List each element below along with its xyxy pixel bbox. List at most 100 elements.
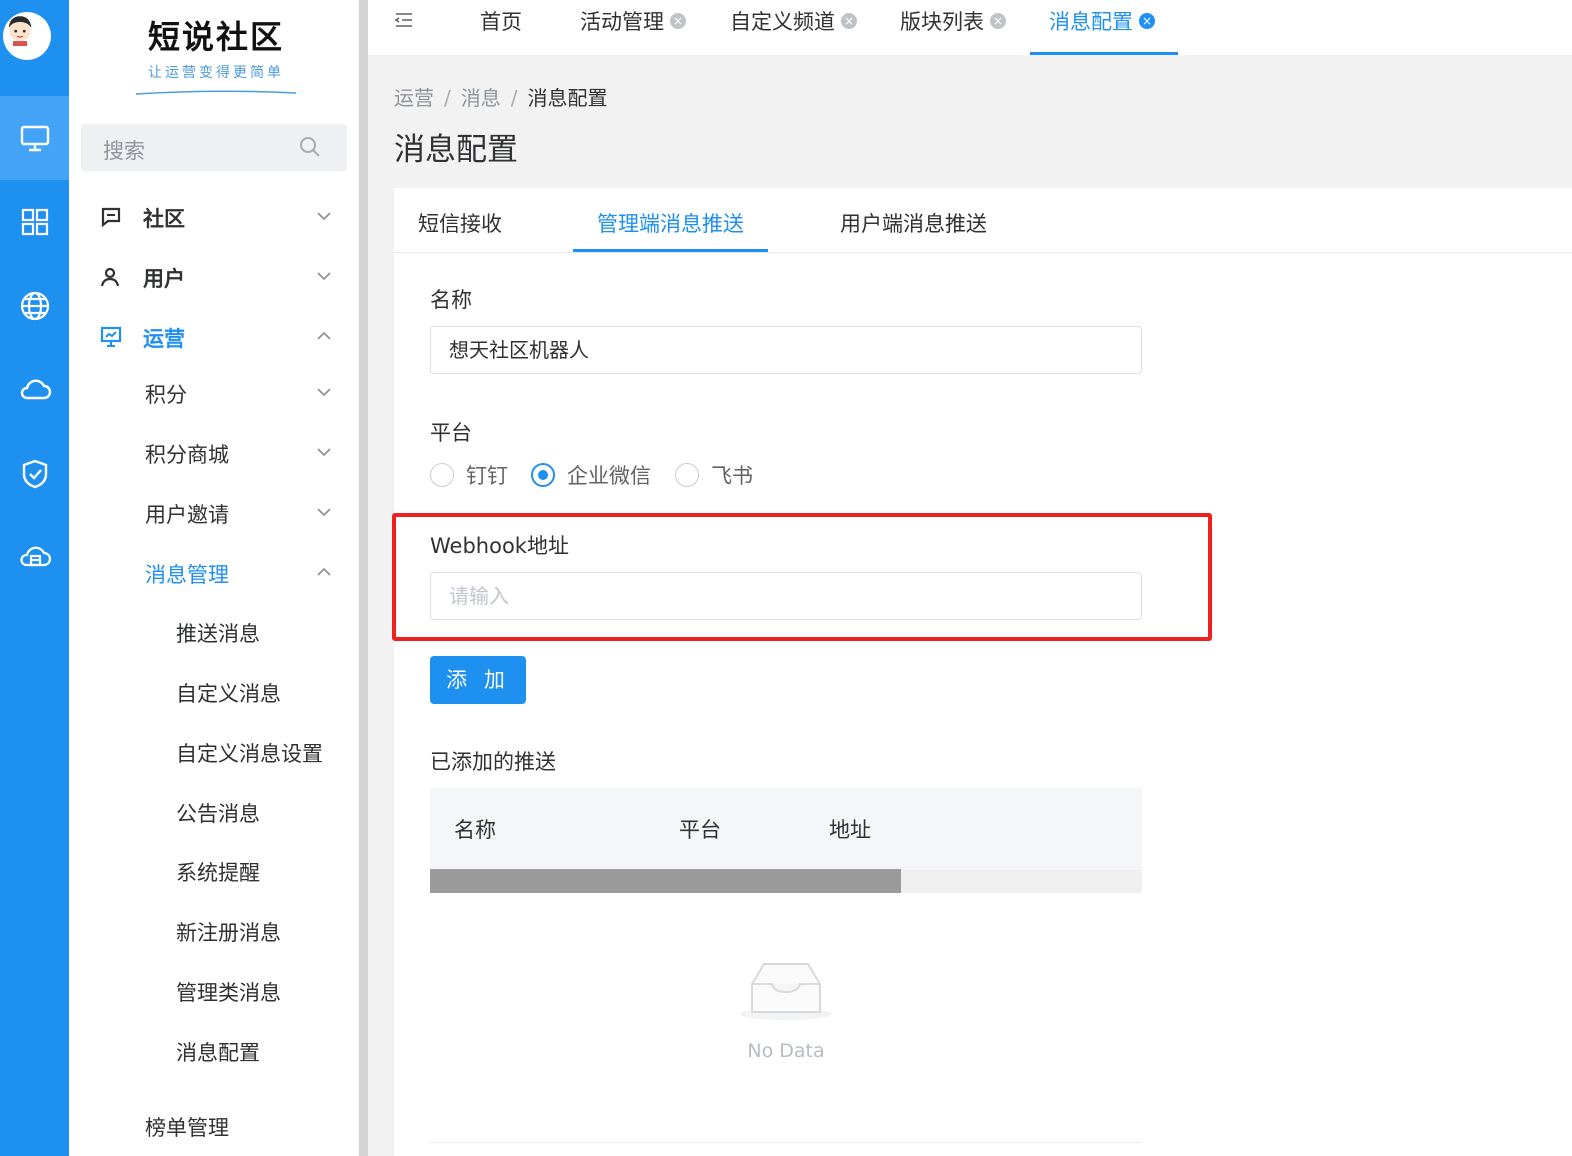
sidebar-item-system-reminder[interactable]: 系统提醒 — [69, 852, 359, 892]
close-icon[interactable]: × — [1139, 13, 1155, 29]
radio-feishu[interactable]: 飞书 — [675, 460, 753, 490]
sidebar-item-users[interactable]: 用户 — [69, 258, 359, 298]
breadcrumb-current: 消息配置 — [527, 86, 608, 110]
webhook-label: Webhook地址 — [430, 534, 569, 558]
sidebar-item-label: 社区 — [143, 207, 185, 231]
radio-wecom[interactable]: 企业微信 — [531, 460, 651, 490]
webhook-field[interactable]: 请输入 — [430, 572, 1142, 620]
sidebar-item-custom-message-settings[interactable]: 自定义消息设置 — [69, 733, 359, 773]
sidebar-item-admin-message[interactable]: 管理类消息 — [69, 972, 359, 1012]
sidebar-item-push-message[interactable]: 推送消息 — [69, 613, 359, 653]
shield-check-icon[interactable] — [0, 432, 69, 516]
globe-icon[interactable] — [0, 264, 69, 348]
presentation-chart-icon — [100, 326, 122, 347]
page-title: 消息配置 — [394, 132, 518, 168]
cloud-server-icon[interactable] — [0, 516, 69, 600]
close-icon[interactable]: × — [670, 13, 686, 29]
tab-label: 首页 — [480, 10, 522, 34]
sidebar-item-label: 用户邀请 — [145, 503, 229, 527]
tab-label: 自定义频道 — [730, 10, 835, 34]
sidebar-item-ranking-mgmt[interactable]: 榜单管理 — [69, 1107, 359, 1147]
sidebar-item-label: 管理类消息 — [176, 981, 281, 1005]
added-title: 已添加的推送 — [430, 750, 556, 774]
name-label: 名称 — [430, 288, 472, 312]
tab-admin-push[interactable]: 管理端消息推送 — [597, 208, 744, 238]
add-button[interactable]: 添 加 — [430, 656, 526, 704]
tab-label: 版块列表 — [900, 10, 984, 34]
sidebar-item-label: 积分 — [145, 383, 187, 407]
sidebar-item-custom-message[interactable]: 自定义消息 — [69, 673, 359, 713]
tab-message-config[interactable]: 消息配置 × — [1049, 6, 1155, 36]
sidebar-item-message-mgmt[interactable]: 消息管理 — [69, 554, 359, 594]
sidebar-item-label: 自定义消息设置 — [176, 742, 323, 766]
search-icon — [300, 137, 320, 157]
sidebar-item-label: 积分商城 — [145, 443, 229, 467]
tab-user-push[interactable]: 用户端消息推送 — [840, 208, 987, 238]
tab-sms[interactable]: 短信接收 — [418, 208, 502, 238]
sidebar-item-label: 用户 — [143, 267, 185, 291]
sidebar-menu: 短说社区 让运营变得更简单 搜索 社区 用户 运营 积分 积分商城 用户邀请 消… — [69, 0, 359, 1156]
tab-bar: 首页 活动管理 × 自定义频道 × 版块列表 × 消息配置 × — [368, 0, 1572, 55]
brand-underline — [135, 90, 297, 95]
empty-state: No Data — [430, 958, 1142, 1062]
sidebar-item-operations[interactable]: 运营 — [69, 318, 359, 358]
breadcrumb-item[interactable]: 运营 — [394, 86, 434, 110]
sidebar-item-announcement[interactable]: 公告消息 — [69, 793, 359, 833]
active-tab-indicator — [1030, 52, 1178, 55]
close-icon[interactable]: × — [990, 13, 1006, 29]
icon-rail — [0, 0, 69, 1156]
monitor-icon[interactable] — [0, 96, 69, 180]
chevron-down-icon — [317, 508, 331, 517]
search-input[interactable]: 搜索 — [81, 124, 347, 171]
platform-label: 平台 — [430, 421, 472, 445]
brand-slogan: 让运营变得更简单 — [148, 65, 284, 81]
radio-dingtalk[interactable]: 钉钉 — [430, 460, 508, 490]
table-bottom-border — [430, 1142, 1142, 1143]
chevron-down-icon — [317, 388, 331, 397]
tab-label: 活动管理 — [580, 10, 664, 34]
sidebar-item-message-config[interactable]: 消息配置 — [69, 1032, 359, 1072]
grid-icon[interactable] — [0, 180, 69, 264]
radio-circle — [430, 463, 454, 487]
tab-section-list[interactable]: 版块列表 × — [900, 6, 1006, 36]
user-icon — [100, 267, 120, 287]
tab-label: 消息配置 — [1049, 10, 1133, 34]
chevron-down-icon — [317, 448, 331, 457]
sidebar-item-community[interactable]: 社区 — [69, 198, 359, 238]
radio-label: 企业微信 — [567, 464, 651, 488]
scrollbar-thumb[interactable] — [430, 869, 901, 893]
sidebar-item-label: 新注册消息 — [176, 921, 281, 945]
radio-label: 飞书 — [711, 464, 753, 488]
cloud-icon[interactable] — [0, 348, 69, 432]
sidebar-scrollbar[interactable] — [359, 0, 368, 1156]
sidebar-item-label: 消息配置 — [176, 1041, 260, 1065]
sidebar-item-points[interactable]: 积分 — [69, 374, 359, 414]
breadcrumb-separator: / — [510, 86, 518, 110]
tab-custom-channel[interactable]: 自定义频道 × — [730, 6, 857, 36]
chevron-down-icon — [317, 272, 331, 281]
tab-home[interactable]: 首页 — [480, 6, 522, 36]
empty-box-icon — [740, 963, 832, 1020]
avatar[interactable] — [3, 12, 51, 60]
empty-text: No Data — [747, 1040, 825, 1062]
close-icon[interactable]: × — [841, 13, 857, 29]
table-scrollbar[interactable] — [430, 869, 1142, 893]
sidebar-item-label: 运营 — [143, 327, 185, 351]
sidebar-item-label: 推送消息 — [176, 622, 260, 646]
sidebar-item-label: 系统提醒 — [176, 861, 260, 885]
chevron-down-icon — [317, 212, 331, 221]
chat-icon — [101, 207, 121, 228]
column-address: 地址 — [829, 818, 871, 842]
breadcrumb: 运营 / 消息 / 消息配置 — [394, 82, 608, 111]
sidebar-item-label: 榜单管理 — [145, 1116, 229, 1140]
breadcrumb-item[interactable]: 消息 — [461, 86, 501, 110]
tab-activity[interactable]: 活动管理 × — [580, 6, 686, 36]
sidebar-item-label: 公告消息 — [176, 802, 260, 826]
name-field[interactable]: 想天社区机器人 — [430, 326, 1142, 374]
sidebar-item-user-invite[interactable]: 用户邀请 — [69, 494, 359, 534]
sidebar-item-points-mall[interactable]: 积分商城 — [69, 434, 359, 474]
menu-fold-icon[interactable] — [394, 10, 414, 30]
sidebar-item-new-register[interactable]: 新注册消息 — [69, 912, 359, 952]
tab-divider — [394, 252, 1572, 253]
brand-logo[interactable]: 短说社区 让运营变得更简单 — [131, 12, 301, 101]
